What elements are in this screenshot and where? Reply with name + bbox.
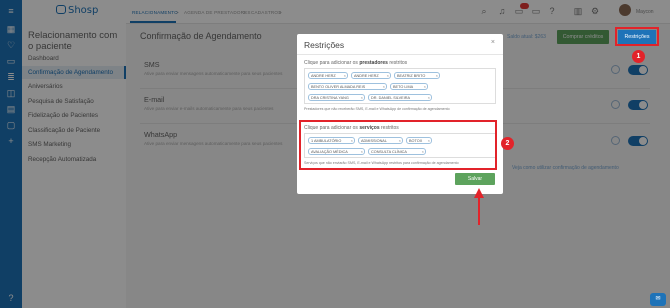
provider-tag[interactable]: DRA CRISTINA YANG × xyxy=(308,94,365,101)
provider-tag[interactable]: ANDRE HERZ × xyxy=(308,72,348,79)
providers-select[interactable]: ANDRE HERZ × ANDRE HERZ × BEATRIZ BRITO × B… xyxy=(304,68,496,104)
remove-tag-icon[interactable]: × xyxy=(361,95,363,100)
remove-tag-icon[interactable]: × xyxy=(436,73,438,78)
provider-tag[interactable]: ANDRE HERZ × xyxy=(351,72,391,79)
annotation-box-1 xyxy=(615,27,659,46)
divider xyxy=(297,54,503,55)
save-button[interactable]: Salvar xyxy=(455,173,495,185)
provider-tag[interactable]: DR. DANIEL SILVEIRA × xyxy=(368,94,432,101)
remove-tag-icon[interactable]: × xyxy=(428,95,430,100)
close-icon[interactable]: × xyxy=(491,39,495,46)
remove-tag-icon[interactable]: × xyxy=(344,73,346,78)
annotation-number-1: 1 xyxy=(632,50,645,63)
modal-title: Restrições xyxy=(304,40,345,50)
restrictions-modal: Restrições × Clique para adicionar os pr… xyxy=(297,34,503,194)
providers-label: Clique para adicionar os prestadores res… xyxy=(304,60,408,66)
remove-tag-icon[interactable]: × xyxy=(387,73,389,78)
provider-tag[interactable]: BEATRIZ BRITO × xyxy=(394,72,440,79)
chat-widget-icon[interactable]: ✉ xyxy=(650,293,666,306)
provider-tag[interactable]: BENTO OLIVER ALMADA REIS × xyxy=(308,83,387,90)
annotation-arrow xyxy=(478,197,480,225)
annotation-number-2: 2 xyxy=(501,137,514,150)
provider-tag[interactable]: BETO LIMA × xyxy=(390,83,428,90)
annotation-box-2 xyxy=(299,120,497,170)
providers-hint: Prestadores que não receberão SMS, E-mai… xyxy=(304,107,450,111)
remove-tag-icon[interactable]: × xyxy=(383,84,385,89)
remove-tag-icon[interactable]: × xyxy=(424,84,426,89)
